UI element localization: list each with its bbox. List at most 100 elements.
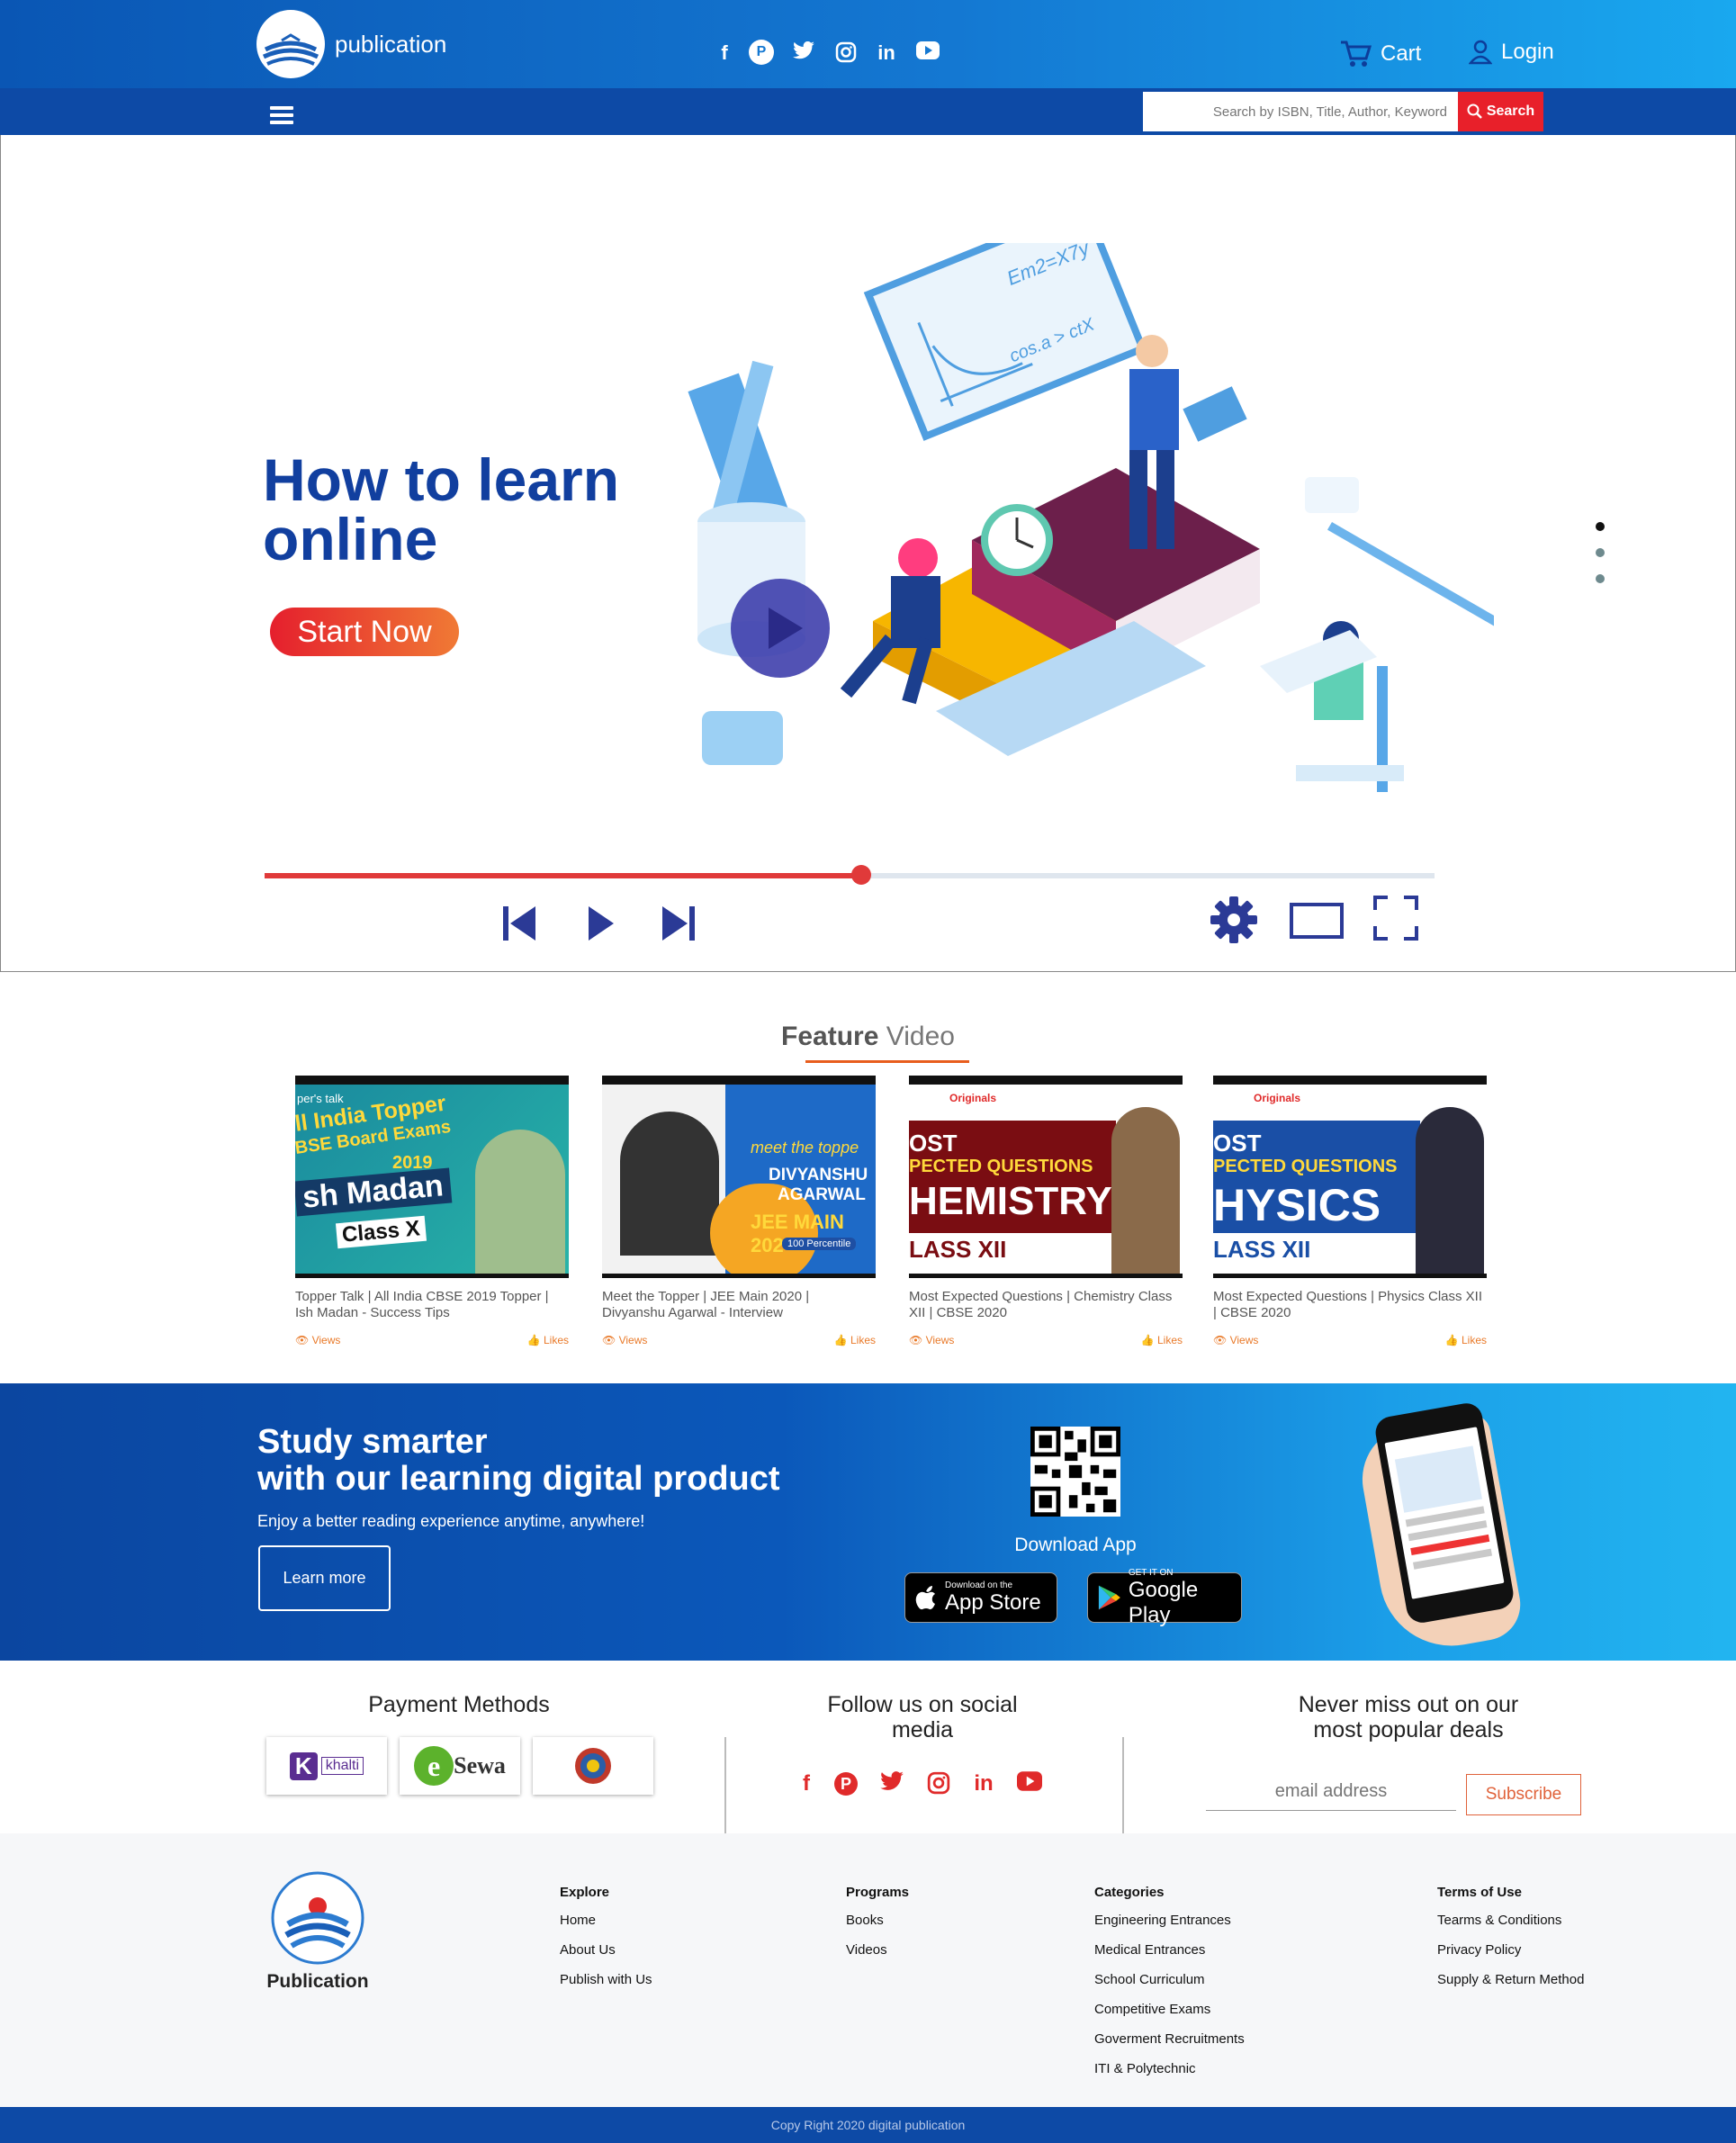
linkedin-icon[interactable]: in [873, 41, 900, 65]
email-field[interactable] [1206, 1773, 1456, 1811]
start-now-button[interactable]: Start Now [270, 608, 459, 656]
video-card[interactable]: Originals OST PECTED QUESTIONS HEMISTRY … [909, 1076, 1183, 1346]
search-icon [1467, 104, 1482, 119]
khalti-logo-icon: K [289, 1751, 318, 1780]
settings-gear-icon[interactable] [1210, 896, 1258, 944]
svg-text:P: P [841, 1775, 851, 1793]
fullscreen-icon[interactable] [1373, 896, 1418, 941]
app-store-badge[interactable]: Download on the App Store [904, 1572, 1057, 1623]
search-input[interactable] [1143, 92, 1458, 131]
twitter-icon[interactable] [877, 1771, 906, 1799]
video-title[interactable]: Most Expected Questions | Chemistry Clas… [909, 1289, 1183, 1323]
footer-column-terms: Terms of Use Tearms & Conditions Privacy… [1437, 1885, 1584, 2002]
play-control-icon[interactable] [583, 905, 619, 942]
learn-more-button[interactable]: Learn more [258, 1545, 391, 1611]
video-card[interactable]: per's talk ll India Topper BSE Board Exa… [295, 1076, 569, 1346]
video-title[interactable]: Most Expected Questions | Physics Class … [1213, 1289, 1487, 1323]
youtube-icon[interactable] [1015, 1771, 1044, 1797]
esewa-payment[interactable]: e Sewa [400, 1737, 520, 1795]
footer-link-books[interactable]: Books [846, 1913, 909, 1928]
footer-link-home[interactable]: Home [560, 1913, 652, 1928]
footer-link-about[interactable]: About Us [560, 1942, 652, 1958]
likes-label[interactable]: 👍 Likes [1141, 1334, 1183, 1346]
newsletter-title: Never miss out on our most popular deals [1298, 1692, 1519, 1742]
hero-title-line2: online [263, 506, 438, 572]
subscribe-button[interactable]: Subscribe [1466, 1774, 1581, 1815]
khalti-payment[interactable]: K khalti [266, 1737, 387, 1795]
instagram-icon[interactable] [832, 41, 859, 68]
person-image [475, 1130, 565, 1274]
play-video-button[interactable] [731, 579, 830, 678]
footer-link-videos[interactable]: Videos [846, 1942, 909, 1958]
likes-label[interactable]: 👍 Likes [1445, 1334, 1487, 1346]
next-icon[interactable] [657, 903, 698, 944]
hero-title: How to learn online [263, 450, 695, 569]
facebook-icon[interactable]: f [792, 1771, 821, 1796]
video-progress-fill [265, 873, 861, 878]
bank-payment[interactable] [533, 1737, 653, 1795]
google-play-icon [1098, 1585, 1120, 1610]
phone-screen [1384, 1427, 1505, 1599]
footer-link-return[interactable]: Supply & Return Method [1437, 1972, 1584, 1987]
cart-label: Cart [1381, 41, 1422, 66]
likes-label[interactable]: 👍 Likes [834, 1334, 876, 1346]
footer-column-explore: Explore Home About Us Publish with Us [560, 1885, 652, 2002]
cart-button[interactable]: Cart [1339, 40, 1421, 68]
login-label: Login [1501, 40, 1554, 64]
person-image [620, 1112, 719, 1256]
slide-dot-2[interactable] [1596, 548, 1605, 557]
video-card[interactable]: Originals OST PECTED QUESTIONS HYSICS LA… [1213, 1076, 1487, 1346]
slide-dot-3[interactable] [1596, 574, 1605, 583]
esewa-logo-icon: e [414, 1746, 454, 1786]
pinterest-icon[interactable]: P [832, 1771, 860, 1803]
footer-logo[interactable] [270, 1870, 365, 1966]
publication-logo[interactable] [256, 10, 325, 78]
video-progress-knob[interactable] [851, 865, 871, 885]
video-title[interactable]: Topper Talk | All India CBSE 2019 Topper… [295, 1289, 569, 1323]
previous-icon[interactable] [499, 903, 541, 944]
video-thumbnail[interactable]: meet the toppe DIVYANSHU AGARWAL JEE MAI… [602, 1076, 876, 1278]
google-play-badge[interactable]: GET IT ON Google Play [1087, 1568, 1242, 1627]
payment-methods-title: Payment Methods [368, 1692, 550, 1717]
slide-dot-1[interactable] [1596, 522, 1605, 531]
video-thumbnail[interactable]: per's talk ll India Topper BSE Board Exa… [295, 1076, 569, 1278]
follow-us-title: Follow us on social media [827, 1692, 1018, 1742]
top-header: publication f P in Cart Login [0, 0, 1736, 88]
apple-icon [915, 1586, 935, 1610]
promo-heading: Study smarter with our learning digital … [257, 1423, 780, 1498]
likes-label[interactable]: 👍 Likes [527, 1334, 569, 1346]
footer-link-terms[interactable]: Tearms & Conditions [1437, 1913, 1584, 1928]
footer-link-iti[interactable]: ITI & Polytechnic [1094, 2061, 1245, 2076]
linkedin-icon[interactable]: in [969, 1771, 998, 1796]
footer-link-publish[interactable]: Publish with Us [560, 1972, 652, 1987]
twitter-icon[interactable] [790, 41, 817, 67]
footer-link-school[interactable]: School Curriculum [1094, 1972, 1245, 1987]
video-card[interactable]: meet the toppe DIVYANSHU AGARWAL JEE MAI… [602, 1076, 876, 1346]
footer-link-engineering[interactable]: Engineering Entrances [1094, 1913, 1245, 1928]
login-button[interactable]: Login [1469, 40, 1554, 65]
footer-link-privacy[interactable]: Privacy Policy [1437, 1942, 1584, 1958]
footer-column-categories: Categories Engineering Entrances Medical… [1094, 1885, 1245, 2091]
search-button[interactable]: Search [1458, 92, 1543, 131]
pinterest-icon[interactable]: P [749, 40, 774, 65]
person-image [1111, 1107, 1180, 1274]
copyright-bar: Copy Right 2020 digital publication [0, 2107, 1736, 2143]
video-title[interactable]: Meet the Topper | JEE Main 2020 | Divyan… [602, 1289, 876, 1323]
wave-book-icon [262, 33, 319, 66]
youtube-icon[interactable] [914, 41, 941, 65]
video-thumbnail[interactable]: Originals OST PECTED QUESTIONS HYSICS LA… [1213, 1076, 1487, 1278]
footer-link-government[interactable]: Goverment Recruitments [1094, 2031, 1245, 2047]
hero-illustration: Em2=X7y cos.a > ctX [688, 243, 1494, 792]
feature-title-underline [805, 1060, 969, 1063]
hamburger-menu-icon[interactable] [270, 106, 293, 124]
views-label: 👁 Views [602, 1334, 648, 1346]
bank-seal-icon [575, 1748, 611, 1784]
instagram-icon[interactable] [924, 1771, 953, 1801]
theater-mode-icon[interactable] [1290, 903, 1344, 939]
video-thumbnail[interactable]: Originals OST PECTED QUESTIONS HEMISTRY … [909, 1076, 1183, 1278]
facebook-icon[interactable]: f [711, 41, 738, 65]
footer-link-competitive[interactable]: Competitive Exams [1094, 2002, 1245, 2017]
footer-link-medical[interactable]: Medical Entrances [1094, 1942, 1245, 1958]
play-icon [769, 608, 803, 649]
person-image [1416, 1107, 1484, 1274]
